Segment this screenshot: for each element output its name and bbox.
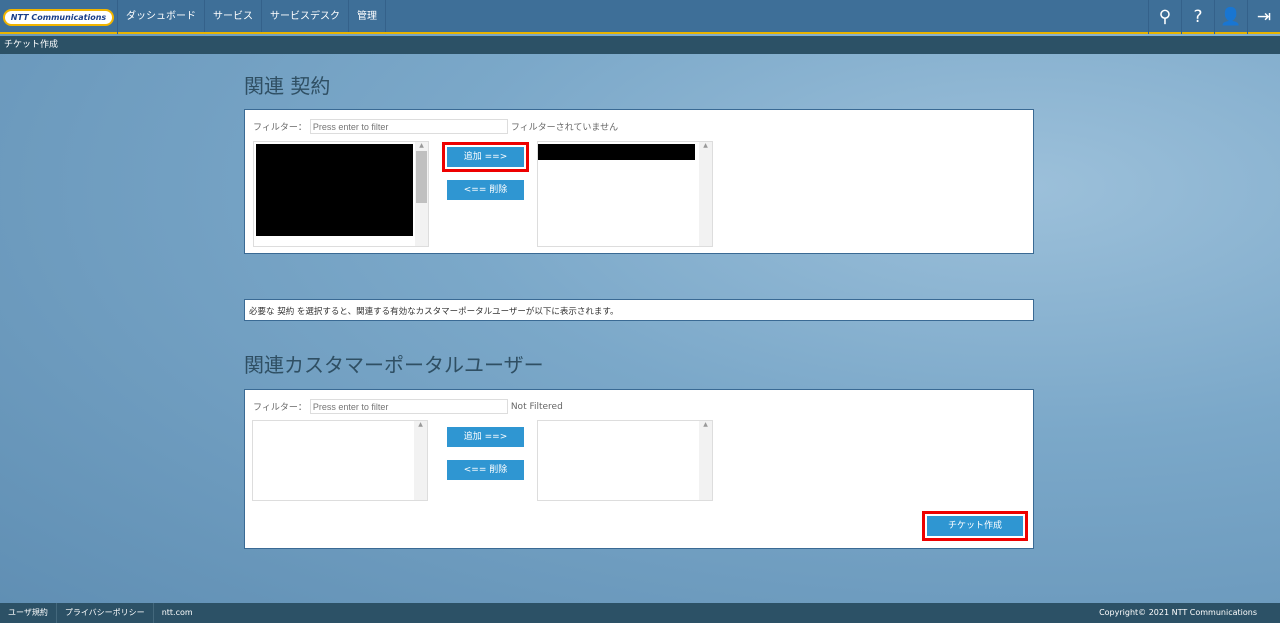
add-contract-button[interactable]: 追加 ==> — [442, 142, 529, 172]
nav-admin[interactable]: 管理 — [349, 0, 386, 32]
page-breadcrumb: チケット作成 — [0, 36, 1280, 54]
remove-user-button[interactable]: <== 削除 — [447, 460, 524, 480]
available-contracts-list[interactable]: ▲ — [253, 141, 429, 247]
footer-terms-link[interactable]: ユーザ規約 — [0, 603, 57, 623]
redacted-items — [256, 144, 413, 236]
copyright: Copyright© 2021 NTT Communications — [1099, 608, 1257, 617]
users-filter-input[interactable] — [309, 399, 508, 414]
create-ticket-button[interactable]: チケット作成 — [922, 511, 1028, 541]
scrollbar[interactable]: ▲ — [699, 142, 712, 246]
filter-status: フィルターされていません — [510, 123, 619, 133]
ntt-logo[interactable]: NTT Communications — [0, 0, 118, 34]
logout-icon[interactable]: ⇥ — [1247, 0, 1280, 34]
top-navbar: NTT Communications ダッシュボード サービス サービスデスク … — [0, 0, 1280, 34]
users-title: 関連カスタマーポータルユーザー — [244, 353, 544, 377]
nav-service-desk[interactable]: サービスデスク — [262, 0, 349, 32]
filter-status: Not Filtered — [510, 401, 563, 412]
contracts-title: 関連 契約 — [244, 74, 331, 98]
scrollbar[interactable]: ▲ — [414, 421, 427, 500]
help-icon[interactable]: ? — [1181, 0, 1214, 34]
contracts-panel: フィルター： フィルターされていません ▲ 追加 ==> <== 削除 ▲ — [244, 109, 1034, 254]
filter-label: フィルター： — [253, 403, 307, 413]
scrollbar[interactable]: ▲ — [415, 142, 428, 246]
contracts-filter-input[interactable] — [309, 119, 508, 134]
filter-label: フィルター： — [253, 123, 307, 133]
remove-contract-button[interactable]: <== 削除 — [447, 180, 524, 200]
search-icon[interactable]: ⚲ — [1148, 0, 1181, 34]
add-user-button[interactable]: 追加 ==> — [447, 427, 524, 447]
footer-ntt-link[interactable]: ntt.com — [154, 603, 201, 623]
redacted-item — [538, 144, 695, 160]
notice-text: 必要な 契約 を選択すると、関連する有効なカスタマーポータルユーザーが以下に表示… — [244, 299, 1034, 321]
scrollbar[interactable]: ▲ — [699, 421, 712, 500]
nav-services[interactable]: サービス — [205, 0, 262, 32]
user-icon[interactable]: 👤 — [1214, 0, 1247, 34]
available-users-list[interactable]: ▲ — [252, 420, 428, 501]
footer: ユーザ規約 プライバシーポリシー ntt.com Copyright© 2021… — [0, 603, 1280, 623]
selected-contracts-list[interactable]: ▲ — [537, 141, 713, 247]
users-panel: フィルター： Not Filtered ▲ 追加 ==> <== 削除 ▲ チケ… — [244, 389, 1034, 549]
selected-users-list[interactable]: ▲ — [537, 420, 713, 501]
footer-privacy-link[interactable]: プライバシーポリシー — [57, 603, 154, 623]
nav-dashboard[interactable]: ダッシュボード — [118, 0, 205, 32]
